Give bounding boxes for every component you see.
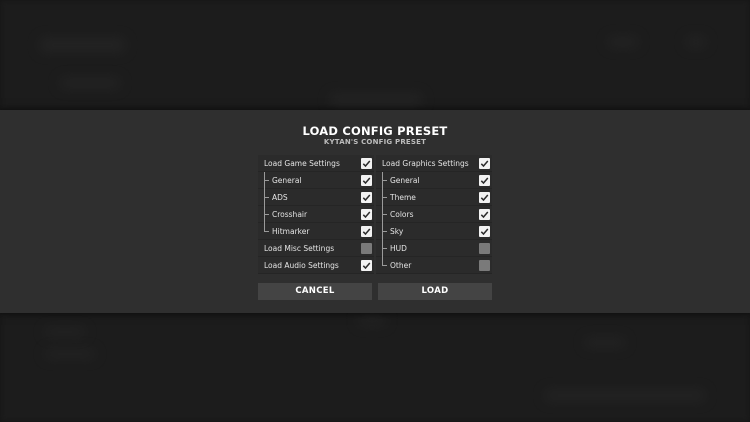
checkbox-load-graphics-settings[interactable] [479, 158, 490, 169]
option-label: Theme [390, 193, 416, 202]
option-label: Load Misc Settings [264, 244, 335, 253]
option-load-graphics-settings[interactable]: Load Graphics Settings [376, 155, 492, 172]
option-label: Crosshair [272, 210, 308, 219]
check-icon [362, 194, 371, 202]
option-label: General [272, 176, 302, 185]
option-game-crosshair[interactable]: Crosshair [258, 206, 374, 223]
option-graphics-other[interactable]: Other [376, 257, 492, 274]
checkbox-game-crosshair[interactable] [361, 209, 372, 220]
option-load-audio-settings[interactable]: Load Audio Settings [258, 257, 374, 274]
check-icon [480, 194, 489, 202]
option-graphics-sky[interactable]: Sky [376, 223, 492, 240]
option-load-misc-settings[interactable]: Load Misc Settings [258, 240, 374, 257]
checkbox-game-general[interactable] [361, 175, 372, 186]
check-icon [362, 262, 371, 270]
blurred-element [358, 316, 386, 325]
blurred-footer-element [545, 390, 705, 401]
checkbox-graphics-hud[interactable] [479, 243, 490, 254]
option-graphics-general[interactable]: General [376, 172, 492, 189]
option-label: Load Audio Settings [264, 261, 339, 270]
check-icon [480, 160, 489, 168]
tree-connector-icon [382, 240, 388, 257]
check-icon [362, 211, 371, 219]
checkbox-graphics-other[interactable] [479, 260, 490, 271]
dialog-subtitle: KYTAN'S CONFIG PRESET [323, 138, 427, 146]
check-icon [362, 177, 371, 185]
tree-connector-icon [264, 189, 270, 206]
option-label: General [390, 176, 420, 185]
check-icon [362, 228, 371, 236]
right-settings-column: Load Graphics Settings General Theme Col… [376, 155, 492, 274]
option-graphics-hud[interactable]: HUD [376, 240, 492, 257]
option-label: Other [390, 261, 412, 270]
option-graphics-theme[interactable]: Theme [376, 189, 492, 206]
blurred-element [45, 350, 95, 358]
tree-connector-icon [264, 223, 270, 232]
option-label: ADS [272, 193, 288, 202]
blurred-background-bottom [0, 313, 750, 422]
blurred-header-icon [686, 37, 706, 47]
blurred-header-element [40, 38, 125, 52]
screen: LOAD CONFIG PRESET KYTAN'S CONFIG PRESET… [0, 0, 750, 422]
checkbox-graphics-general[interactable] [479, 175, 490, 186]
option-label: HUD [390, 244, 407, 253]
tree-connector-icon [382, 257, 388, 266]
option-game-general[interactable]: General [258, 172, 374, 189]
checkbox-graphics-colors[interactable] [479, 209, 490, 220]
checkbox-game-hitmarker[interactable] [361, 226, 372, 237]
cancel-button[interactable]: CANCEL [258, 283, 372, 300]
tree-connector-icon [382, 189, 388, 206]
checkbox-load-game-settings[interactable] [361, 158, 372, 169]
blurred-header-icon [608, 37, 638, 47]
checkbox-game-ads[interactable] [361, 192, 372, 203]
checkbox-load-audio-settings[interactable] [361, 260, 372, 271]
checkbox-graphics-theme[interactable] [479, 192, 490, 203]
checkbox-graphics-sky[interactable] [479, 226, 490, 237]
option-game-hitmarker[interactable]: Hitmarker [258, 223, 374, 240]
checkbox-load-misc-settings[interactable] [361, 243, 372, 254]
option-label: Hitmarker [272, 227, 310, 236]
left-settings-column: Load Game Settings General ADS Crosshair… [258, 155, 374, 274]
tree-connector-icon [264, 206, 270, 223]
tree-connector-icon [382, 172, 388, 189]
option-label: Sky [390, 227, 404, 236]
blurred-element [45, 328, 85, 336]
check-icon [362, 160, 371, 168]
tree-connector-icon [382, 206, 388, 223]
blurred-title-element [330, 94, 422, 106]
option-graphics-colors[interactable]: Colors [376, 206, 492, 223]
blurred-element [585, 338, 625, 347]
check-icon [480, 228, 489, 236]
option-label: Load Game Settings [264, 159, 340, 168]
dialog-title: LOAD CONFIG PRESET [302, 124, 448, 138]
tree-connector-icon [264, 172, 270, 189]
option-game-ads[interactable]: ADS [258, 189, 374, 206]
load-button[interactable]: LOAD [378, 283, 492, 300]
blurred-tab-element [60, 78, 120, 88]
tree-connector-icon [382, 223, 388, 240]
check-icon [480, 211, 489, 219]
option-label: Load Graphics Settings [382, 159, 469, 168]
option-load-game-settings[interactable]: Load Game Settings [258, 155, 374, 172]
check-icon [480, 177, 489, 185]
option-label: Colors [390, 210, 414, 219]
